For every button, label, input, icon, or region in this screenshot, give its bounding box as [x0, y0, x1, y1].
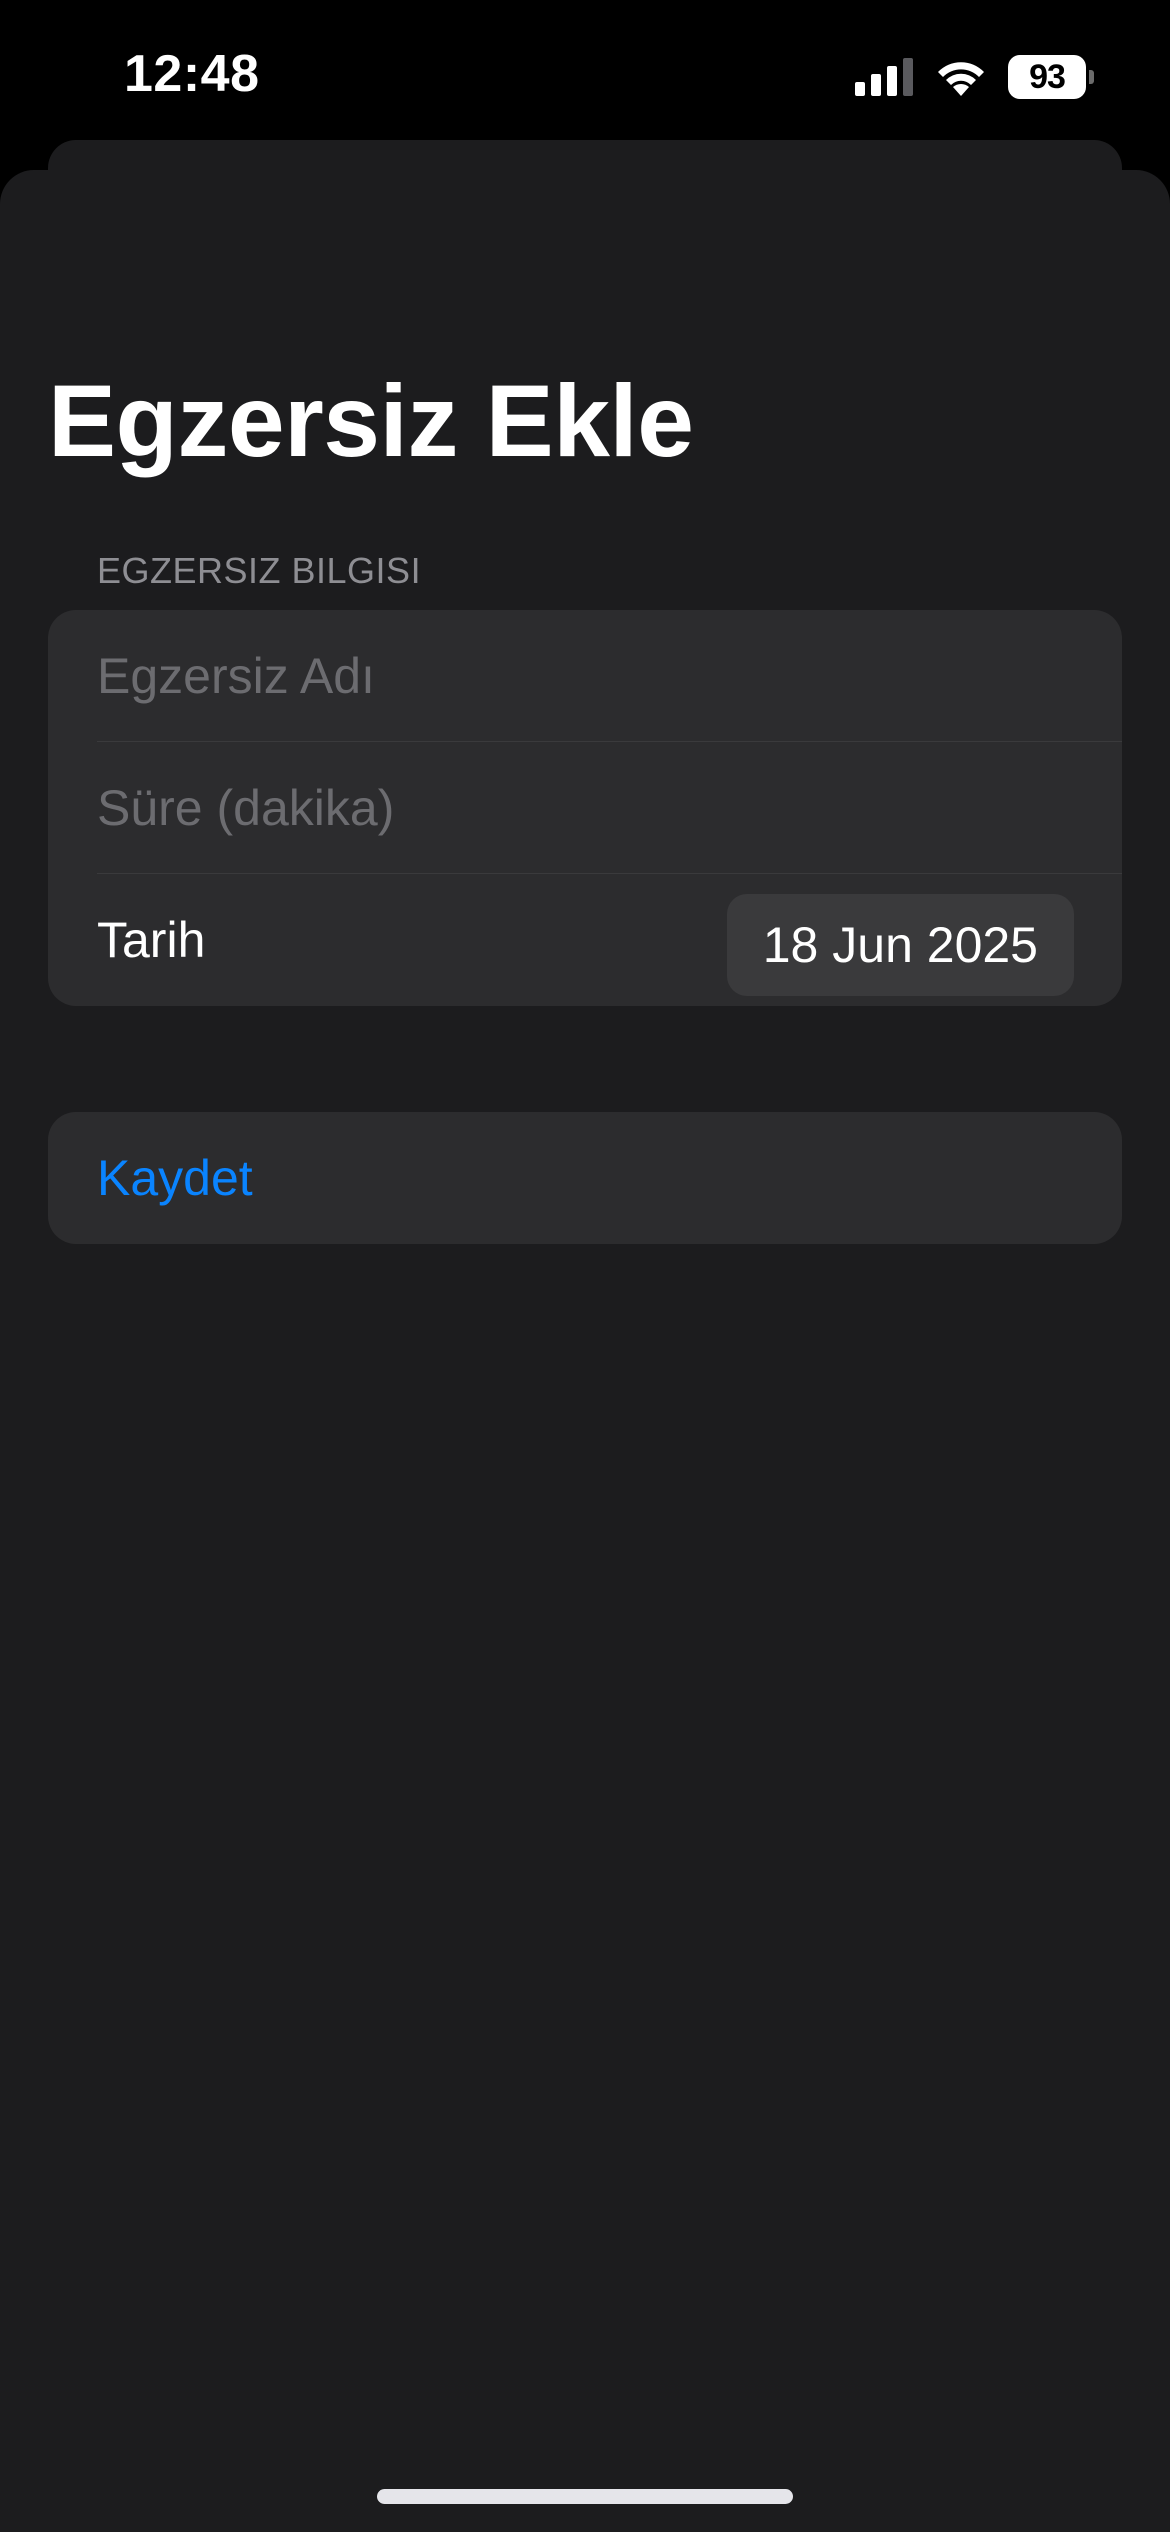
modal-sheet: Egzersiz Ekle EGZERSIZ BILGISI Tarih 18 … [0, 170, 1170, 2532]
battery-body: 93 [1008, 55, 1086, 99]
form-card: Tarih 18 Jun 2025 [48, 610, 1122, 1006]
status-time: 12:48 [124, 45, 260, 103]
duration-input[interactable] [97, 742, 1077, 874]
screen: 12:48 93 Egzersiz Ekle EGZERSIZ BILGISI [0, 0, 1170, 2532]
home-indicator[interactable] [377, 2489, 793, 2504]
date-label: Tarih [97, 912, 206, 968]
battery-icon: 93 [1008, 55, 1094, 99]
save-card: Kaydet [48, 1112, 1122, 1244]
form-row-duration [48, 742, 1122, 874]
page-title: Egzersiz Ekle [48, 364, 694, 478]
exercise-name-input[interactable] [97, 610, 1077, 742]
form-row-name [48, 610, 1122, 742]
wifi-icon [938, 62, 984, 96]
signal-icon [855, 58, 913, 96]
battery-level: 93 [1029, 58, 1066, 96]
date-picker-button[interactable]: 18 Jun 2025 [726, 894, 1074, 996]
form-row-date: Tarih 18 Jun 2025 [48, 874, 1122, 1006]
status-bar: 12:48 93 [0, 0, 1170, 150]
save-button[interactable]: Kaydet [97, 1112, 253, 1244]
section-header: EGZERSIZ BILGISI [97, 550, 422, 591]
battery-nub [1089, 70, 1094, 84]
